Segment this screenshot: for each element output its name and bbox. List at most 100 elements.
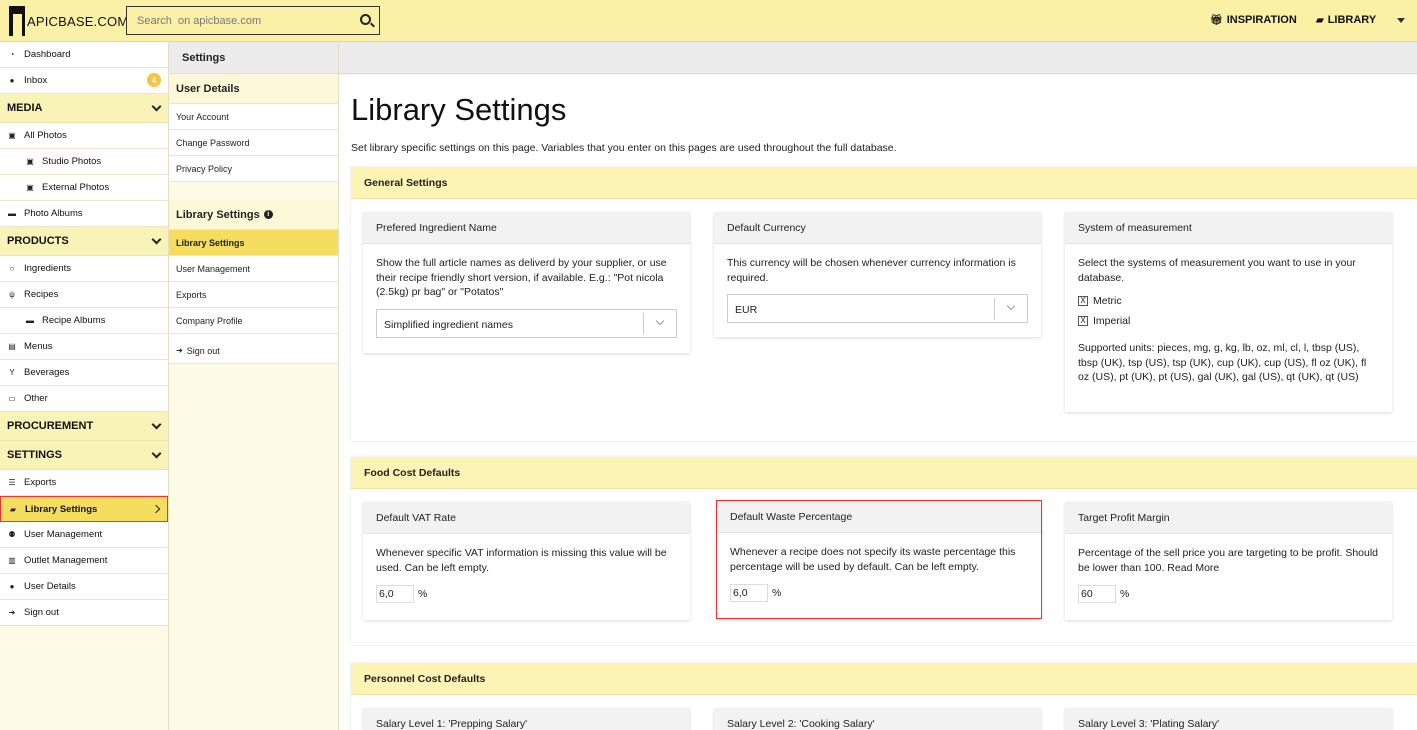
card-title: Target Profit Margin — [1065, 502, 1392, 534]
image-icon: ▣ — [8, 131, 16, 140]
sidebar-section-products[interactable]: PRODUCTS — [0, 227, 168, 256]
sidebar-section-settings[interactable]: SETTINGS — [0, 441, 168, 470]
inspiration-link[interactable]: 🎁︎ INSPIRATION — [1210, 14, 1297, 26]
currency-select[interactable]: EUR — [727, 294, 1028, 323]
card-title: Default VAT Rate — [363, 502, 690, 534]
chevron-down-icon — [1006, 301, 1016, 311]
measurement-card: System of measurement Select the systems… — [1065, 212, 1392, 412]
settings-item-library-settings[interactable]: Library Settings — [169, 230, 338, 256]
sidebar-item-ingredients[interactable]: ○ Ingredients — [0, 256, 168, 282]
sidebar-item-dashboard[interactable]: ◔ Dashboard — [0, 42, 168, 68]
card-title: System of measurement — [1065, 212, 1392, 244]
profit-card: Target Profit Margin Percentage of the s… — [1065, 502, 1392, 620]
sidebar-item-label: Exports — [24, 477, 57, 488]
sidebar-item-external-photos[interactable]: ▣ External Photos — [0, 175, 168, 201]
card-text: Whenever a recipe does not specify its w… — [730, 546, 1016, 573]
settings-item-company-profile[interactable]: Company Profile — [169, 308, 338, 334]
sidebar-section-media[interactable]: MEDIA — [0, 94, 168, 123]
sign-out-icon: ➜ — [8, 608, 16, 617]
vat-rate-input[interactable] — [376, 585, 414, 603]
sidebar-item-recipes[interactable]: ψ Recipes — [0, 282, 168, 308]
sidebar-item-label: Inbox — [24, 75, 48, 86]
metric-label: Metric — [1093, 295, 1122, 307]
sidebar-item-outlet-management[interactable]: ▥ Outlet Management — [0, 548, 168, 574]
card-text: Percentage of the sell price you are tar… — [1078, 547, 1379, 574]
page-title: Library Settings — [351, 92, 567, 127]
main-top-strip — [339, 42, 1417, 74]
sidebar-item-studio-photos[interactable]: ▣ Studio Photos — [0, 149, 168, 175]
profit-margin-input[interactable] — [1078, 585, 1116, 603]
settings-item-user-management[interactable]: User Management — [169, 256, 338, 282]
sidebar-item-user-management[interactable]: ⚉ User Management — [0, 522, 168, 548]
settings-header: Settings — [169, 42, 338, 74]
settings-item-change-password[interactable]: Change Password — [169, 130, 338, 156]
imperial-label: Imperial — [1093, 314, 1131, 327]
search-input[interactable] — [127, 7, 352, 34]
library-label: LIBRARY — [1327, 14, 1377, 26]
metric-option[interactable]: X Metric — [1078, 294, 1379, 309]
sidebar-item-exports[interactable]: ☰ Exports — [0, 470, 168, 496]
image-icon: ▣ — [26, 157, 34, 166]
percent-unit: % — [1120, 587, 1130, 600]
imperial-option[interactable]: X Imperial — [1078, 314, 1379, 329]
folder-icon: ▬ — [8, 209, 16, 218]
card-title: Default Waste Percentage — [717, 501, 1041, 533]
sidebar-item-label: User Management — [24, 529, 103, 540]
inspiration-label: INSPIRATION — [1226, 14, 1297, 26]
settings-item-your-account[interactable]: Your Account — [169, 104, 338, 130]
sidebar-item-user-details[interactable]: ● User Details — [0, 574, 168, 600]
sidebar-item-photo-albums[interactable]: ▬ Photo Albums — [0, 201, 168, 227]
logo[interactable]: APICBASE.COM — [9, 6, 128, 36]
select-divider — [994, 298, 995, 319]
ingredient-name-card: Prefered Ingredient Name Show the full a… — [363, 212, 690, 353]
sidebar-item-label: Other — [24, 393, 48, 404]
currency-card: Default Currency This currency will be c… — [714, 212, 1041, 337]
ingredient-name-select[interactable]: Simplified ingredient names — [376, 308, 677, 338]
chevron-down-icon — [151, 101, 162, 111]
menu-icon: ▤ — [8, 342, 16, 351]
logo-text: APICBASE.COM — [27, 13, 129, 29]
sidebar-item-inbox[interactable]: ● Inbox 4 — [0, 68, 168, 94]
section-label: MEDIA — [7, 102, 43, 114]
folder-icon: ▬ — [26, 316, 34, 325]
general-settings-panel: General Settings Prefered Ingredient Nam… — [351, 167, 1417, 441]
imperial-checkbox[interactable]: X — [1078, 315, 1088, 326]
sidebar-section-procurement[interactable]: PROCUREMENT — [0, 412, 168, 441]
personnel-cost-panel: Personnel Cost Defaults Salary Level 1: … — [351, 663, 1417, 730]
user-icon: ● — [9, 582, 15, 591]
caret-down-icon[interactable] — [1397, 18, 1405, 23]
info-icon[interactable]: i — [263, 210, 273, 219]
waste-percentage-input[interactable] — [730, 584, 768, 602]
vat-card: Default VAT Rate Whenever specific VAT i… — [363, 502, 690, 620]
sidebar-item-label: Recipes — [24, 289, 59, 300]
settings-item-sign-out[interactable]: ➜ Sign out — [169, 338, 338, 364]
search-icon[interactable] — [360, 14, 371, 25]
sidebar-item-beverages[interactable]: Y Beverages — [0, 360, 168, 386]
sidebar-item-library-settings[interactable]: ▰ Library Settings — [0, 496, 168, 522]
sidebar-item-label: Sign out — [24, 607, 59, 618]
sidebar-item-label: Recipe Albums — [42, 315, 106, 326]
leaf-icon: ○ — [9, 264, 15, 273]
cocktail-icon: Y — [9, 368, 15, 377]
settings-item-exports[interactable]: Exports — [169, 282, 338, 308]
salary-level-1-card: Salary Level 1: 'Prepping Salary' — [363, 708, 690, 730]
section-label: SETTINGS — [7, 449, 63, 461]
library-link[interactable]: ▰ LIBRARY — [1316, 14, 1376, 26]
card-title: Salary Level 1: 'Prepping Salary' — [363, 708, 690, 730]
settings-item-privacy-policy[interactable]: Privacy Policy — [169, 156, 338, 182]
sidebar-item-other[interactable]: ▭ Other — [0, 386, 168, 412]
card-text: Select the systems of measurement you wa… — [1078, 257, 1356, 284]
percent-unit: % — [418, 587, 428, 600]
sidebar-item-menus[interactable]: ▤ Menus — [0, 334, 168, 360]
sidebar-item-label: Beverages — [24, 367, 70, 378]
metric-checkbox[interactable]: X — [1078, 296, 1088, 307]
sidebar-item-label: External Photos — [42, 182, 110, 193]
content: Library Settings Set library specific se… — [339, 75, 1417, 730]
sidebar-item-all-photos[interactable]: ▣ All Photos — [0, 123, 168, 149]
sidebar-item-label: Dashboard — [24, 49, 71, 60]
book-icon: ▰ — [1316, 14, 1324, 26]
main-sidebar: ◔ Dashboard ● Inbox 4 MEDIA ▣ All Photos… — [0, 42, 169, 730]
sidebar-item-recipe-albums[interactable]: ▬ Recipe Albums — [0, 308, 168, 334]
sidebar-item-sign-out[interactable]: ➜ Sign out — [0, 600, 168, 626]
